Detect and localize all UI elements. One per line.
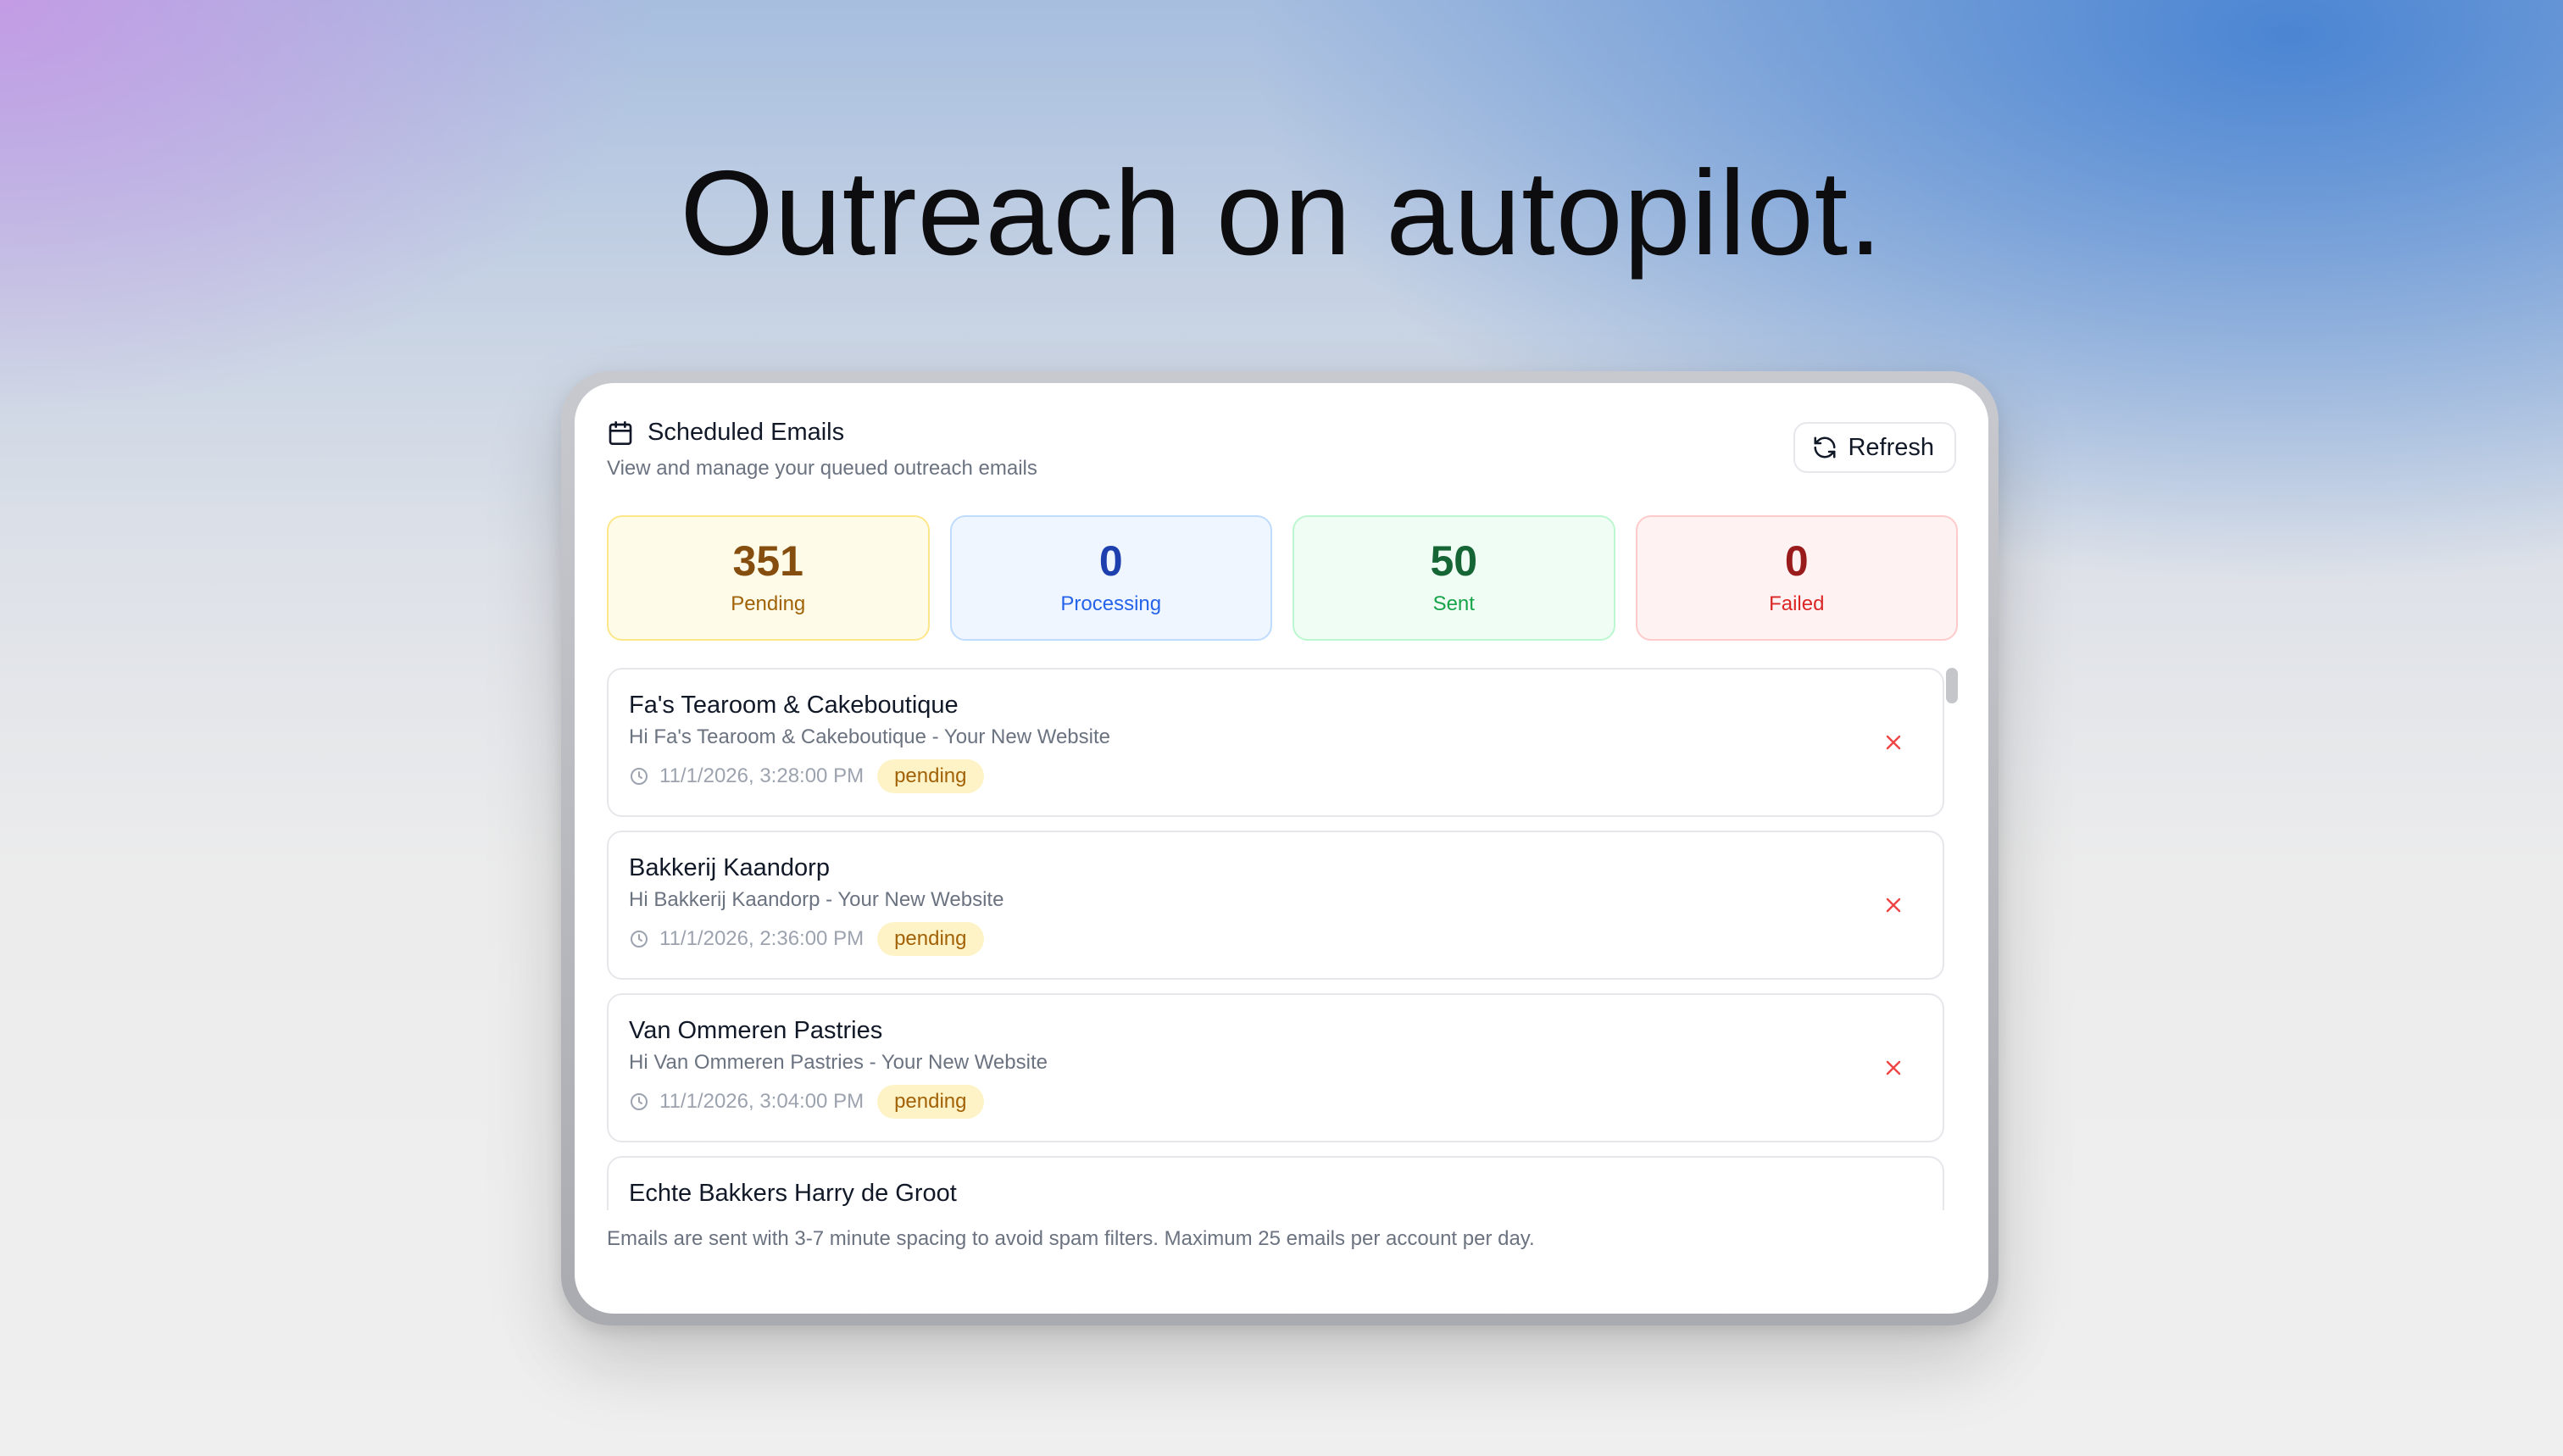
footer-note: Emails are sent with 3-7 minute spacing … <box>607 1227 1535 1250</box>
stats-row: 351 Pending 0 Processing 50 Sent 0 Faile… <box>607 515 1958 641</box>
status-badge: pending <box>877 1085 984 1119</box>
stat-processing-value: 0 <box>1098 537 1123 585</box>
list-item: Van Ommeren Pastries Hi Van Ommeren Past… <box>607 993 1944 1142</box>
stat-failed-label: Failed <box>1769 592 1825 615</box>
delete-button[interactable] <box>1878 727 1909 758</box>
stat-sent-label: Sent <box>1432 592 1475 615</box>
status-badge: pending <box>877 759 984 793</box>
email-meta: 11/1/2026, 2:36:00 PM pending <box>629 922 984 956</box>
scheduled-time: 11/1/2026, 3:28:00 PM <box>659 764 865 787</box>
calendar-icon <box>609 420 632 445</box>
scrollbar-thumb[interactable] <box>1946 668 1958 703</box>
status-badge: pending <box>877 922 984 956</box>
scrollbar[interactable] <box>1944 668 1958 1210</box>
stat-pending-label: Pending <box>731 592 806 615</box>
email-subject: Hi Fa's Tearoom & Cakeboutique - Your Ne… <box>629 725 1110 748</box>
clock-icon <box>631 931 648 948</box>
clock-icon <box>631 1093 648 1110</box>
close-icon <box>1886 897 1901 913</box>
email-subject: Hi Bakkerij Kaandorp - Your New Website <box>629 888 1004 911</box>
card-subtitle: View and manage your queued outreach ema… <box>607 457 1037 480</box>
clock-icon <box>631 768 648 785</box>
stat-failed: 0 Failed <box>1635 515 1958 641</box>
email-meta: 11/1/2026, 3:04:00 PM pending <box>629 1085 984 1119</box>
email-recipient: Bakkerij Kaandorp <box>629 854 830 881</box>
email-recipient: Echte Bakkers Harry de Groot <box>629 1180 957 1207</box>
delete-button[interactable] <box>1878 890 1909 920</box>
stat-sent-value: 50 <box>1430 537 1478 585</box>
list-item: Echte Bakkers Harry de Groot <box>607 1156 1944 1210</box>
card-title: Scheduled Emails <box>648 419 845 446</box>
email-meta: 11/1/2026, 3:28:00 PM pending <box>629 759 984 793</box>
scheduled-time: 11/1/2026, 2:36:00 PM <box>659 927 865 950</box>
stat-pending: 351 Pending <box>607 515 930 641</box>
headline: Outreach on autopilot. <box>680 146 1883 281</box>
list-item: Fa's Tearoom & Cakeboutique Hi Fa's Tear… <box>607 668 1944 817</box>
email-subject: Hi Van Ommeren Pastries - Your New Websi… <box>629 1051 1048 1074</box>
stat-processing-label: Processing <box>1060 592 1162 615</box>
refresh-button[interactable]: Refresh <box>1793 422 1956 473</box>
close-icon <box>1886 735 1901 750</box>
close-icon <box>1886 1060 1901 1075</box>
stat-failed-value: 0 <box>1784 537 1809 585</box>
list-item: Bakkerij Kaandorp Hi Bakkerij Kaandorp -… <box>607 831 1944 980</box>
title-row: Scheduled Emails <box>607 419 1956 447</box>
refresh-icon <box>1814 436 1836 458</box>
scheduled-emails-card: Scheduled Emails View and manage your qu… <box>575 383 1988 1314</box>
email-list[interactable]: Fa's Tearoom & Cakeboutique Hi Fa's Tear… <box>607 668 1958 1210</box>
refresh-label: Refresh <box>1848 433 1934 461</box>
stat-sent: 50 Sent <box>1293 515 1615 641</box>
delete-button[interactable] <box>1878 1053 1909 1083</box>
email-recipient: Van Ommeren Pastries <box>629 1017 883 1044</box>
email-recipient: Fa's Tearoom & Cakeboutique <box>629 692 959 719</box>
scheduled-time: 11/1/2026, 3:04:00 PM <box>659 1090 865 1113</box>
stat-pending-value: 351 <box>732 537 803 585</box>
stat-processing: 0 Processing <box>949 515 1272 641</box>
card-header: Scheduled Emails View and manage your qu… <box>607 419 1956 495</box>
